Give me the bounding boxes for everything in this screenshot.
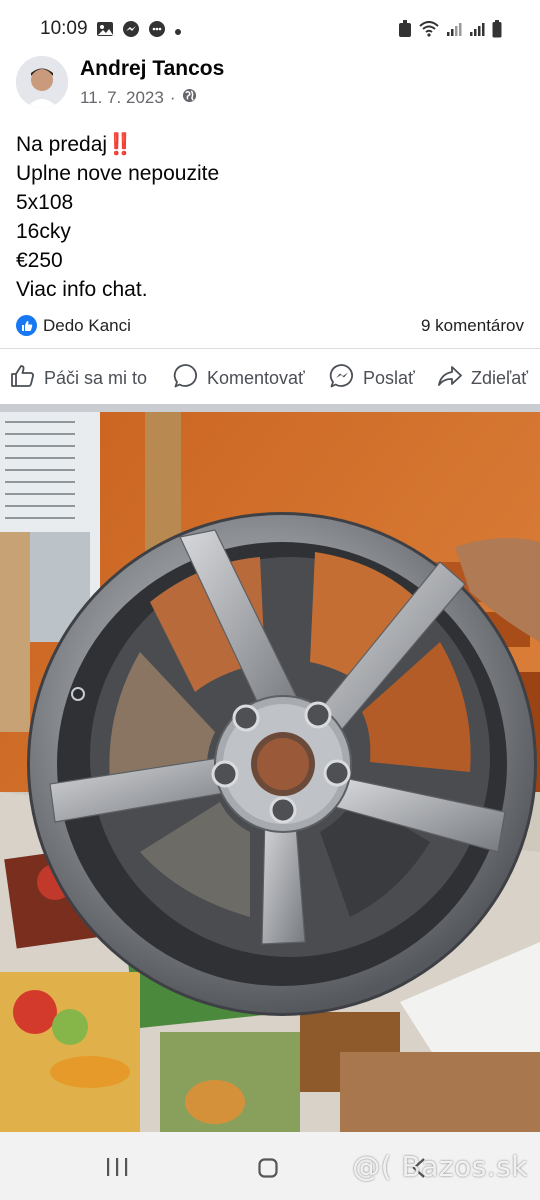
author-name[interactable]: Andrej Tancos (80, 57, 224, 81)
share-label: Zdieľať (471, 367, 529, 388)
post-line: €250 (16, 249, 63, 272)
comment-label: Komentovať (207, 367, 305, 388)
messenger-icon (122, 20, 140, 43)
post-line: Uplne nove nepouzite (16, 162, 220, 185)
send-button[interactable]: Poslať (329, 356, 415, 400)
status-left-icons (96, 20, 182, 43)
like-reaction-icon[interactable] (16, 315, 37, 336)
comment-button[interactable]: Komentovať (173, 356, 305, 400)
dot-icon (174, 23, 182, 41)
reactions-row: Dedo Kanci 9 komentárov (16, 314, 524, 340)
chat-bubble-icon (148, 20, 166, 43)
reactor-name[interactable]: Dedo Kanci (43, 316, 131, 336)
battery-icon (492, 20, 502, 43)
avatar[interactable] (16, 56, 68, 108)
wifi-icon (419, 21, 439, 42)
post-line: 16cky (16, 220, 71, 243)
post-line: Na predaj‼️ (16, 133, 134, 156)
signal-icon (446, 21, 462, 42)
thumbs-up-icon (10, 364, 36, 393)
messenger-send-icon (329, 363, 355, 394)
divider (0, 348, 540, 349)
post-photo[interactable] (0, 412, 540, 1132)
post-date[interactable]: 11. 7. 2023 (80, 88, 164, 108)
share-icon (437, 364, 463, 393)
post-line: Viac info chat. (16, 278, 148, 301)
alarm-icon (398, 20, 412, 43)
post-meta: 11. 7. 2023 · (80, 88, 197, 108)
comment-icon (173, 363, 199, 394)
globe-icon (182, 88, 197, 108)
post-text: Na predaj‼️ Uplne nove nepouzite 5x108 1… (16, 130, 219, 304)
recent-apps-button[interactable] (106, 1158, 128, 1181)
like-button[interactable]: Páči sa mi to (10, 356, 147, 400)
home-button[interactable] (258, 1158, 278, 1183)
post-header: Andrej Tancos 11. 7. 2023 · (0, 56, 540, 116)
comments-count[interactable]: 9 komentárov (421, 316, 524, 336)
status-time: 10:09 (40, 18, 88, 39)
status-right-icons (398, 20, 502, 43)
status-bar: 10:09 (0, 0, 540, 56)
meta-separator: · (169, 88, 176, 107)
actions-row: Páči sa mi to Komentovať Poslať Zdieľať (0, 356, 540, 400)
like-label: Páči sa mi to (44, 367, 148, 388)
share-button[interactable]: Zdieľať (437, 356, 528, 400)
section-gap (0, 404, 540, 412)
signal-r-icon (469, 21, 485, 42)
watermark: @( Bazos.sk (352, 1150, 528, 1183)
post-line: 5x108 (16, 191, 74, 214)
gallery-icon (96, 21, 114, 42)
send-label: Poslať (363, 367, 415, 388)
